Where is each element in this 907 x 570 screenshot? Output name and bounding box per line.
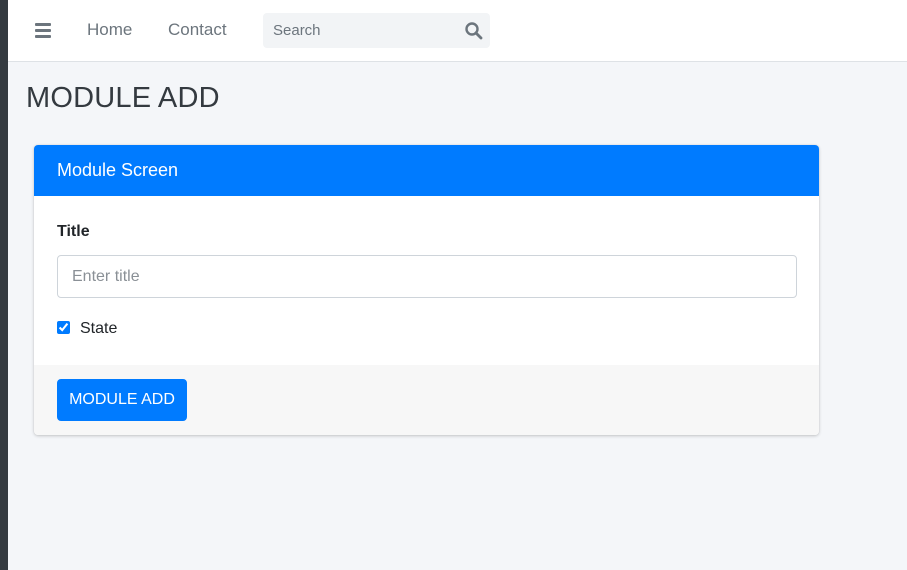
nav-link-contact[interactable]: Contact xyxy=(168,20,227,40)
state-checkbox[interactable] xyxy=(57,321,70,334)
nav-link-home[interactable]: Home xyxy=(87,20,132,40)
search-box xyxy=(263,13,490,48)
module-add-button[interactable]: MODULE ADD xyxy=(57,379,187,421)
module-card: Module Screen Title State MODULE ADD xyxy=(34,145,819,435)
title-input[interactable] xyxy=(57,255,797,298)
page-title: MODULE ADD xyxy=(26,82,220,114)
search-input[interactable] xyxy=(263,13,453,48)
card-header: Module Screen xyxy=(34,145,819,196)
state-label[interactable]: State xyxy=(80,320,117,338)
search-icon[interactable] xyxy=(464,21,484,41)
hamburger-icon[interactable] xyxy=(35,22,52,38)
sidebar-edge xyxy=(0,0,8,570)
card-footer: MODULE ADD xyxy=(34,365,819,435)
app-content: Home Contact MODULE ADD Module Screen Ti… xyxy=(8,0,907,570)
top-navbar: Home Contact xyxy=(8,0,907,62)
card-title: Module Screen xyxy=(57,160,179,180)
title-label: Title xyxy=(57,223,90,240)
